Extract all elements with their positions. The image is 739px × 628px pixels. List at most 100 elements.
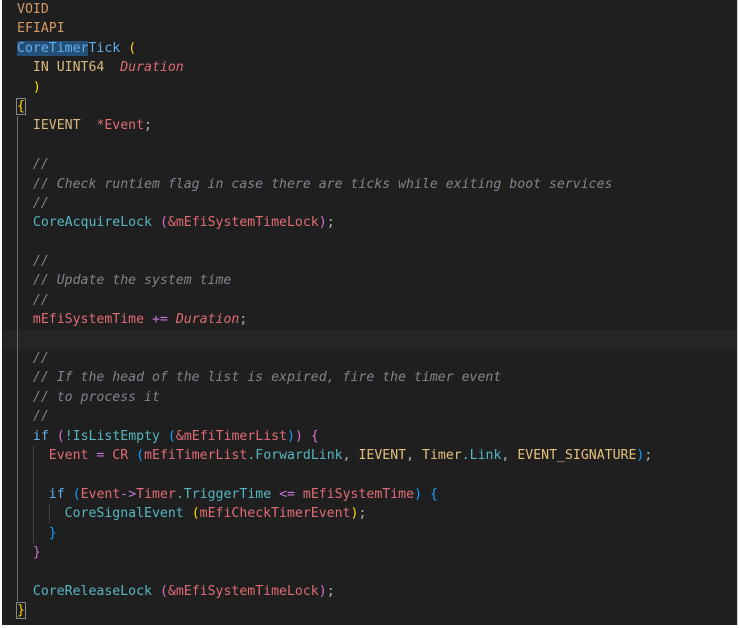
code-line[interactable]: if (Event->Timer.TriggerTime <= mEfiSyst… xyxy=(17,485,737,504)
code-line[interactable]: CoreSignalEvent (mEfiCheckTimerEvent); xyxy=(17,504,737,523)
code-token: } xyxy=(16,602,26,620)
code-token: ; xyxy=(326,215,335,231)
code-token: ( xyxy=(159,583,168,599)
code-line[interactable]: ) xyxy=(17,78,737,97)
code-token: // xyxy=(17,351,49,367)
code-line[interactable]: // If the head of the list is expired, f… xyxy=(17,368,737,387)
code-token: IEVENT xyxy=(358,447,407,463)
code-line[interactable]: // xyxy=(17,194,737,213)
code-line[interactable]: CoreAcquireLock (&mEfiSystemTimeLock); xyxy=(17,213,737,232)
code-line[interactable]: // Check runtiem flag in case there are … xyxy=(17,175,737,194)
code-line[interactable]: // xyxy=(17,349,737,368)
code-token: ; xyxy=(358,506,367,522)
code-token: ) xyxy=(414,486,423,502)
code-area[interactable]: VOID EFIAPI CoreTimerTick ( IN UINT64 Dura… xyxy=(2,0,737,621)
code-line[interactable]: // xyxy=(17,155,737,174)
code-line[interactable] xyxy=(17,136,737,155)
code-line[interactable]: if (!IsListEmpty (&mEfiTimerList)) { xyxy=(17,427,737,446)
code-line[interactable]: mEfiSystemTime += Duration; xyxy=(17,310,737,329)
code-token: EFIAPI xyxy=(17,21,65,37)
code-token: IEVENT xyxy=(17,118,97,134)
code-token: VOID xyxy=(17,2,49,17)
code-token: Timer xyxy=(422,447,462,463)
code-line[interactable] xyxy=(17,465,737,484)
code-line[interactable]: // Update the system time xyxy=(17,271,737,290)
code-token: , xyxy=(342,447,359,463)
code-token: CoreAcquireLock xyxy=(32,215,152,231)
code-token: { xyxy=(429,486,438,502)
code-line[interactable]: { xyxy=(16,97,737,116)
code-line[interactable]: VOID xyxy=(17,0,737,19)
code-token: mEfiCheckTimerEvent xyxy=(199,506,351,522)
code-token: ) xyxy=(287,428,295,444)
code-token: // Update the system time xyxy=(17,273,232,289)
code-token: IN UINT64 xyxy=(17,60,121,76)
code-token: // xyxy=(17,409,49,425)
code-token: Duration xyxy=(175,312,240,328)
code-token: .ForwardLink xyxy=(247,447,343,463)
code-token: .TriggerTime xyxy=(175,486,272,502)
code-token: } xyxy=(48,525,57,541)
code-token: <= xyxy=(271,486,303,502)
indent-guide xyxy=(48,504,50,524)
code-token: ) xyxy=(318,215,327,231)
code-token: CoreSignalEvent xyxy=(64,506,184,522)
code-token: , xyxy=(501,447,518,463)
code-token: mEfiSystemTime xyxy=(302,486,415,502)
code-token: ( xyxy=(167,428,176,444)
code-line[interactable]: // xyxy=(17,407,737,426)
code-token: !IsListEmpty xyxy=(64,428,160,444)
code-token: , xyxy=(406,447,423,463)
code-token: ( xyxy=(159,215,168,231)
code-line[interactable]: EFIAPI xyxy=(17,19,737,38)
code-token: // to process it xyxy=(17,389,160,405)
code-line[interactable]: CoreTimerTick ( xyxy=(17,39,737,58)
code-line[interactable] xyxy=(17,233,737,252)
code-line[interactable]: IN UINT64 Duration xyxy=(17,58,737,77)
code-token: mEfiSystemTime xyxy=(32,312,145,328)
code-token: Event xyxy=(48,447,89,463)
code-token: // xyxy=(17,157,49,173)
code-editor[interactable]: VOID EFIAPI CoreTimerTick ( IN UINT64 Dura… xyxy=(2,0,738,625)
code-line[interactable]: CoreReleaseLock (&mEfiSystemTimeLock); xyxy=(17,582,737,601)
code-token: Tick xyxy=(88,40,121,56)
code-line[interactable]: } xyxy=(17,543,737,562)
code-line[interactable] xyxy=(17,562,737,581)
code-token: mEfiTimerList xyxy=(144,447,248,463)
code-token: // xyxy=(17,292,49,308)
code-token: if xyxy=(48,486,65,502)
code-line[interactable]: // xyxy=(17,291,737,310)
code-token: ( xyxy=(191,506,200,522)
code-line[interactable]: } xyxy=(16,601,737,620)
code-line[interactable]: } xyxy=(17,524,737,543)
code-token: ( xyxy=(72,486,81,502)
code-token: -> xyxy=(120,486,137,502)
code-token: ; xyxy=(239,312,248,328)
code-line[interactable]: // to process it xyxy=(17,388,737,407)
code-token: ) xyxy=(294,428,303,444)
code-line[interactable] xyxy=(2,329,737,350)
code-token: // Check runtiem flag in case there are … xyxy=(17,176,613,192)
code-token: Duration xyxy=(120,60,184,76)
code-token: // xyxy=(17,195,49,211)
code-token: CoreTimer xyxy=(17,40,89,56)
code-token: ; xyxy=(326,583,335,599)
code-line[interactable]: IEVENT *Event; xyxy=(17,116,737,135)
code-line[interactable]: // xyxy=(17,252,737,271)
code-line[interactable]: Event = CR (mEfiTimerList.ForwardLink, I… xyxy=(17,446,737,465)
code-token: } xyxy=(32,544,41,560)
code-token: { xyxy=(310,428,319,444)
code-token: ( xyxy=(56,428,65,444)
